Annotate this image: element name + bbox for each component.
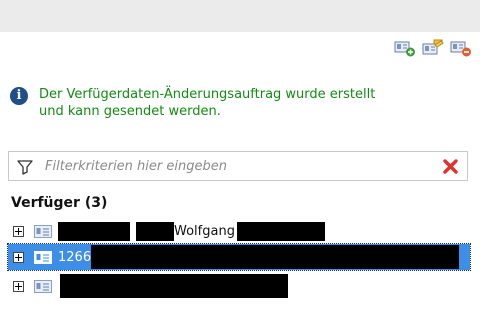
person-card-icon <box>34 250 52 264</box>
info-icon: i <box>10 87 28 105</box>
expand-icon[interactable] <box>13 225 24 237</box>
section-title: Verfüger (3) <box>11 195 108 211</box>
redacted-block <box>60 274 288 298</box>
person-card-icon <box>34 279 52 293</box>
filter-box <box>8 151 468 181</box>
expand-icon[interactable] <box>13 251 24 263</box>
info-message-text: Der Verfügerdaten-Änderungsauftrag wurde… <box>39 87 376 119</box>
filter-input[interactable] <box>45 156 425 176</box>
tree-row[interactable] <box>8 273 470 299</box>
verfueger-tree: Wolfgang 1266 <box>7 218 471 299</box>
info-message: i Der Verfügerdaten-Änderungsauftrag wur… <box>10 86 460 120</box>
clear-filter-icon[interactable] <box>442 158 459 175</box>
tree-row-selected[interactable]: 1266 <box>7 243 471 271</box>
filter-icon <box>17 160 33 175</box>
redacted-block <box>236 221 325 241</box>
person-card-icon <box>34 224 52 238</box>
top-bar <box>0 0 480 32</box>
toolbar <box>394 39 472 57</box>
add-person-card-icon[interactable] <box>394 39 416 57</box>
redacted-block <box>136 221 174 241</box>
tree-row[interactable]: Wolfgang <box>8 218 470 244</box>
delete-person-card-icon[interactable] <box>450 39 472 57</box>
redacted-block <box>91 245 460 269</box>
redacted-block <box>58 221 130 241</box>
expand-icon[interactable] <box>13 280 24 292</box>
row-label: 1266 <box>58 249 92 265</box>
row-label: Wolfgang <box>174 223 235 239</box>
edit-person-card-icon[interactable] <box>422 39 444 57</box>
